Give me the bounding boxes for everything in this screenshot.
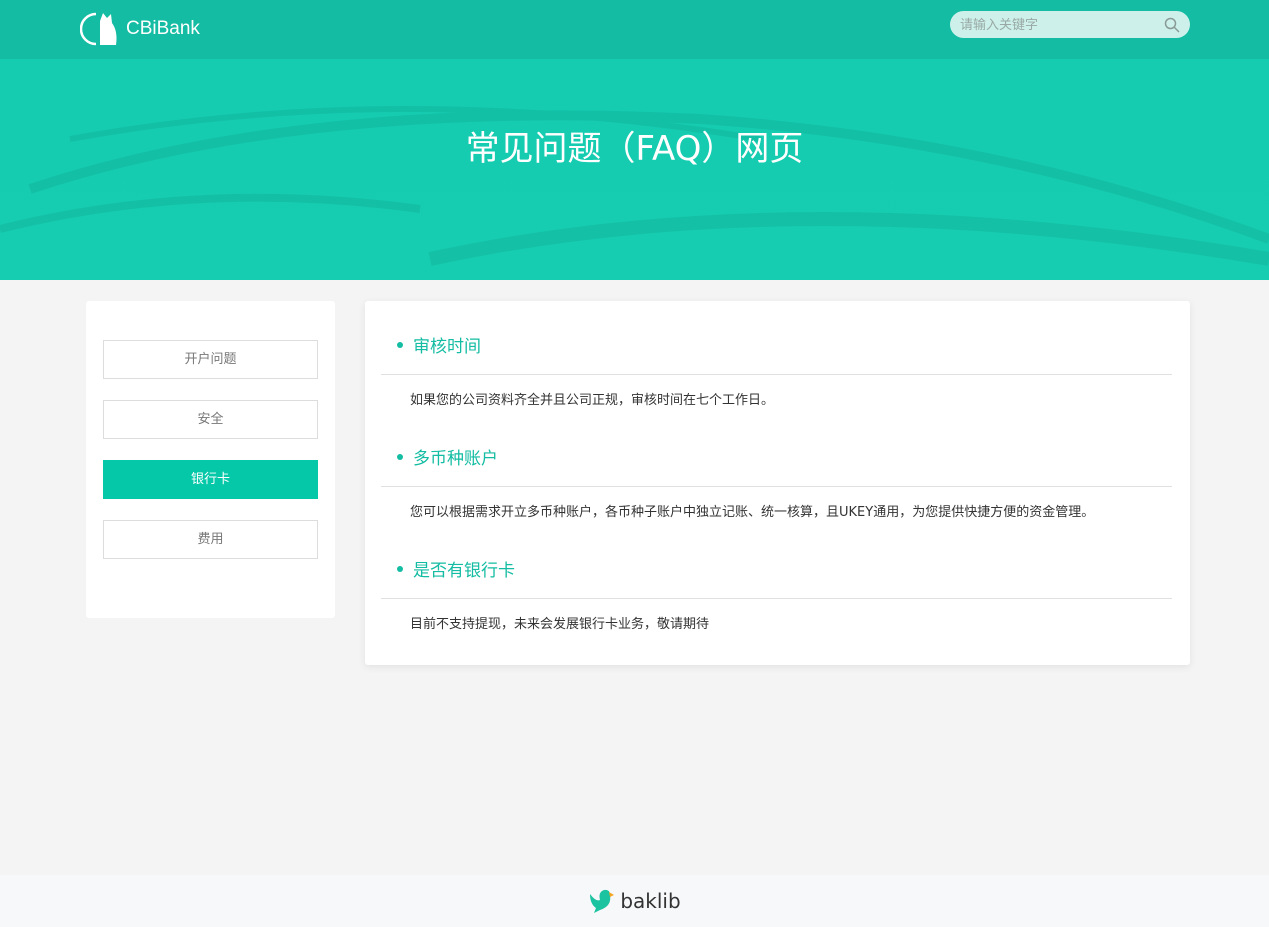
footer: baklib — [0, 875, 1269, 927]
faq-item: 多币种账户 您可以根据需求开立多币种账户，各币种子账户中独立记账、统一核算，且U… — [381, 441, 1172, 553]
faq-question: 审核时间 — [381, 329, 1172, 360]
search-icon[interactable] — [1164, 17, 1180, 33]
faq-item: 是否有银行卡 目前不支持提现，未来会发展银行卡业务，敬请期待 — [381, 553, 1172, 665]
bird-logo-icon — [590, 889, 615, 913]
brand-name: CBiBank — [126, 18, 200, 39]
hero-banner: 常见问题（FAQ）网页 — [0, 59, 1269, 280]
faq-question: 是否有银行卡 — [381, 553, 1172, 584]
brand-logo[interactable]: CBiBank — [80, 11, 200, 47]
faq-item: 审核时间 如果您的公司资料齐全并且公司正规，审核时间在七个工作日。 — [381, 329, 1172, 441]
category-sidebar: 开户问题 安全 银行卡 费用 — [86, 301, 335, 618]
header: CBiBank — [0, 0, 1269, 59]
bullet-icon — [397, 341, 403, 348]
page-title: 常见问题（FAQ）网页 — [465, 129, 804, 169]
sidebar-item-bank-card[interactable]: 银行卡 — [103, 460, 318, 499]
faq-content: 审核时间 如果您的公司资料齐全并且公司正规，审核时间在七个工作日。 多币种账户 … — [365, 301, 1190, 665]
faq-answer: 目前不支持提现，未来会发展银行卡业务，敬请期待 — [410, 617, 710, 632]
faq-question-text: 多币种账户 — [413, 449, 498, 469]
faq-question-text: 审核时间 — [413, 337, 481, 357]
faq-question: 多币种账户 — [381, 441, 1172, 472]
bullet-icon — [397, 565, 403, 572]
sidebar-item-account-opening[interactable]: 开户问题 — [103, 340, 318, 379]
footer-brand[interactable]: baklib — [620, 889, 680, 913]
search-box — [950, 11, 1190, 38]
cat-logo-icon — [80, 12, 117, 46]
sidebar-item-fees[interactable]: 费用 — [103, 520, 318, 559]
faq-answer: 您可以根据需求开立多币种账户，各币种子账户中独立记账、统一核算，且UKEY通用，… — [410, 505, 1095, 520]
sidebar-item-security[interactable]: 安全 — [103, 400, 318, 439]
bullet-icon — [397, 453, 403, 460]
search-input[interactable] — [960, 17, 1164, 32]
faq-answer: 如果您的公司资料齐全并且公司正规，审核时间在七个工作日。 — [410, 393, 775, 408]
faq-question-text: 是否有银行卡 — [413, 561, 515, 581]
